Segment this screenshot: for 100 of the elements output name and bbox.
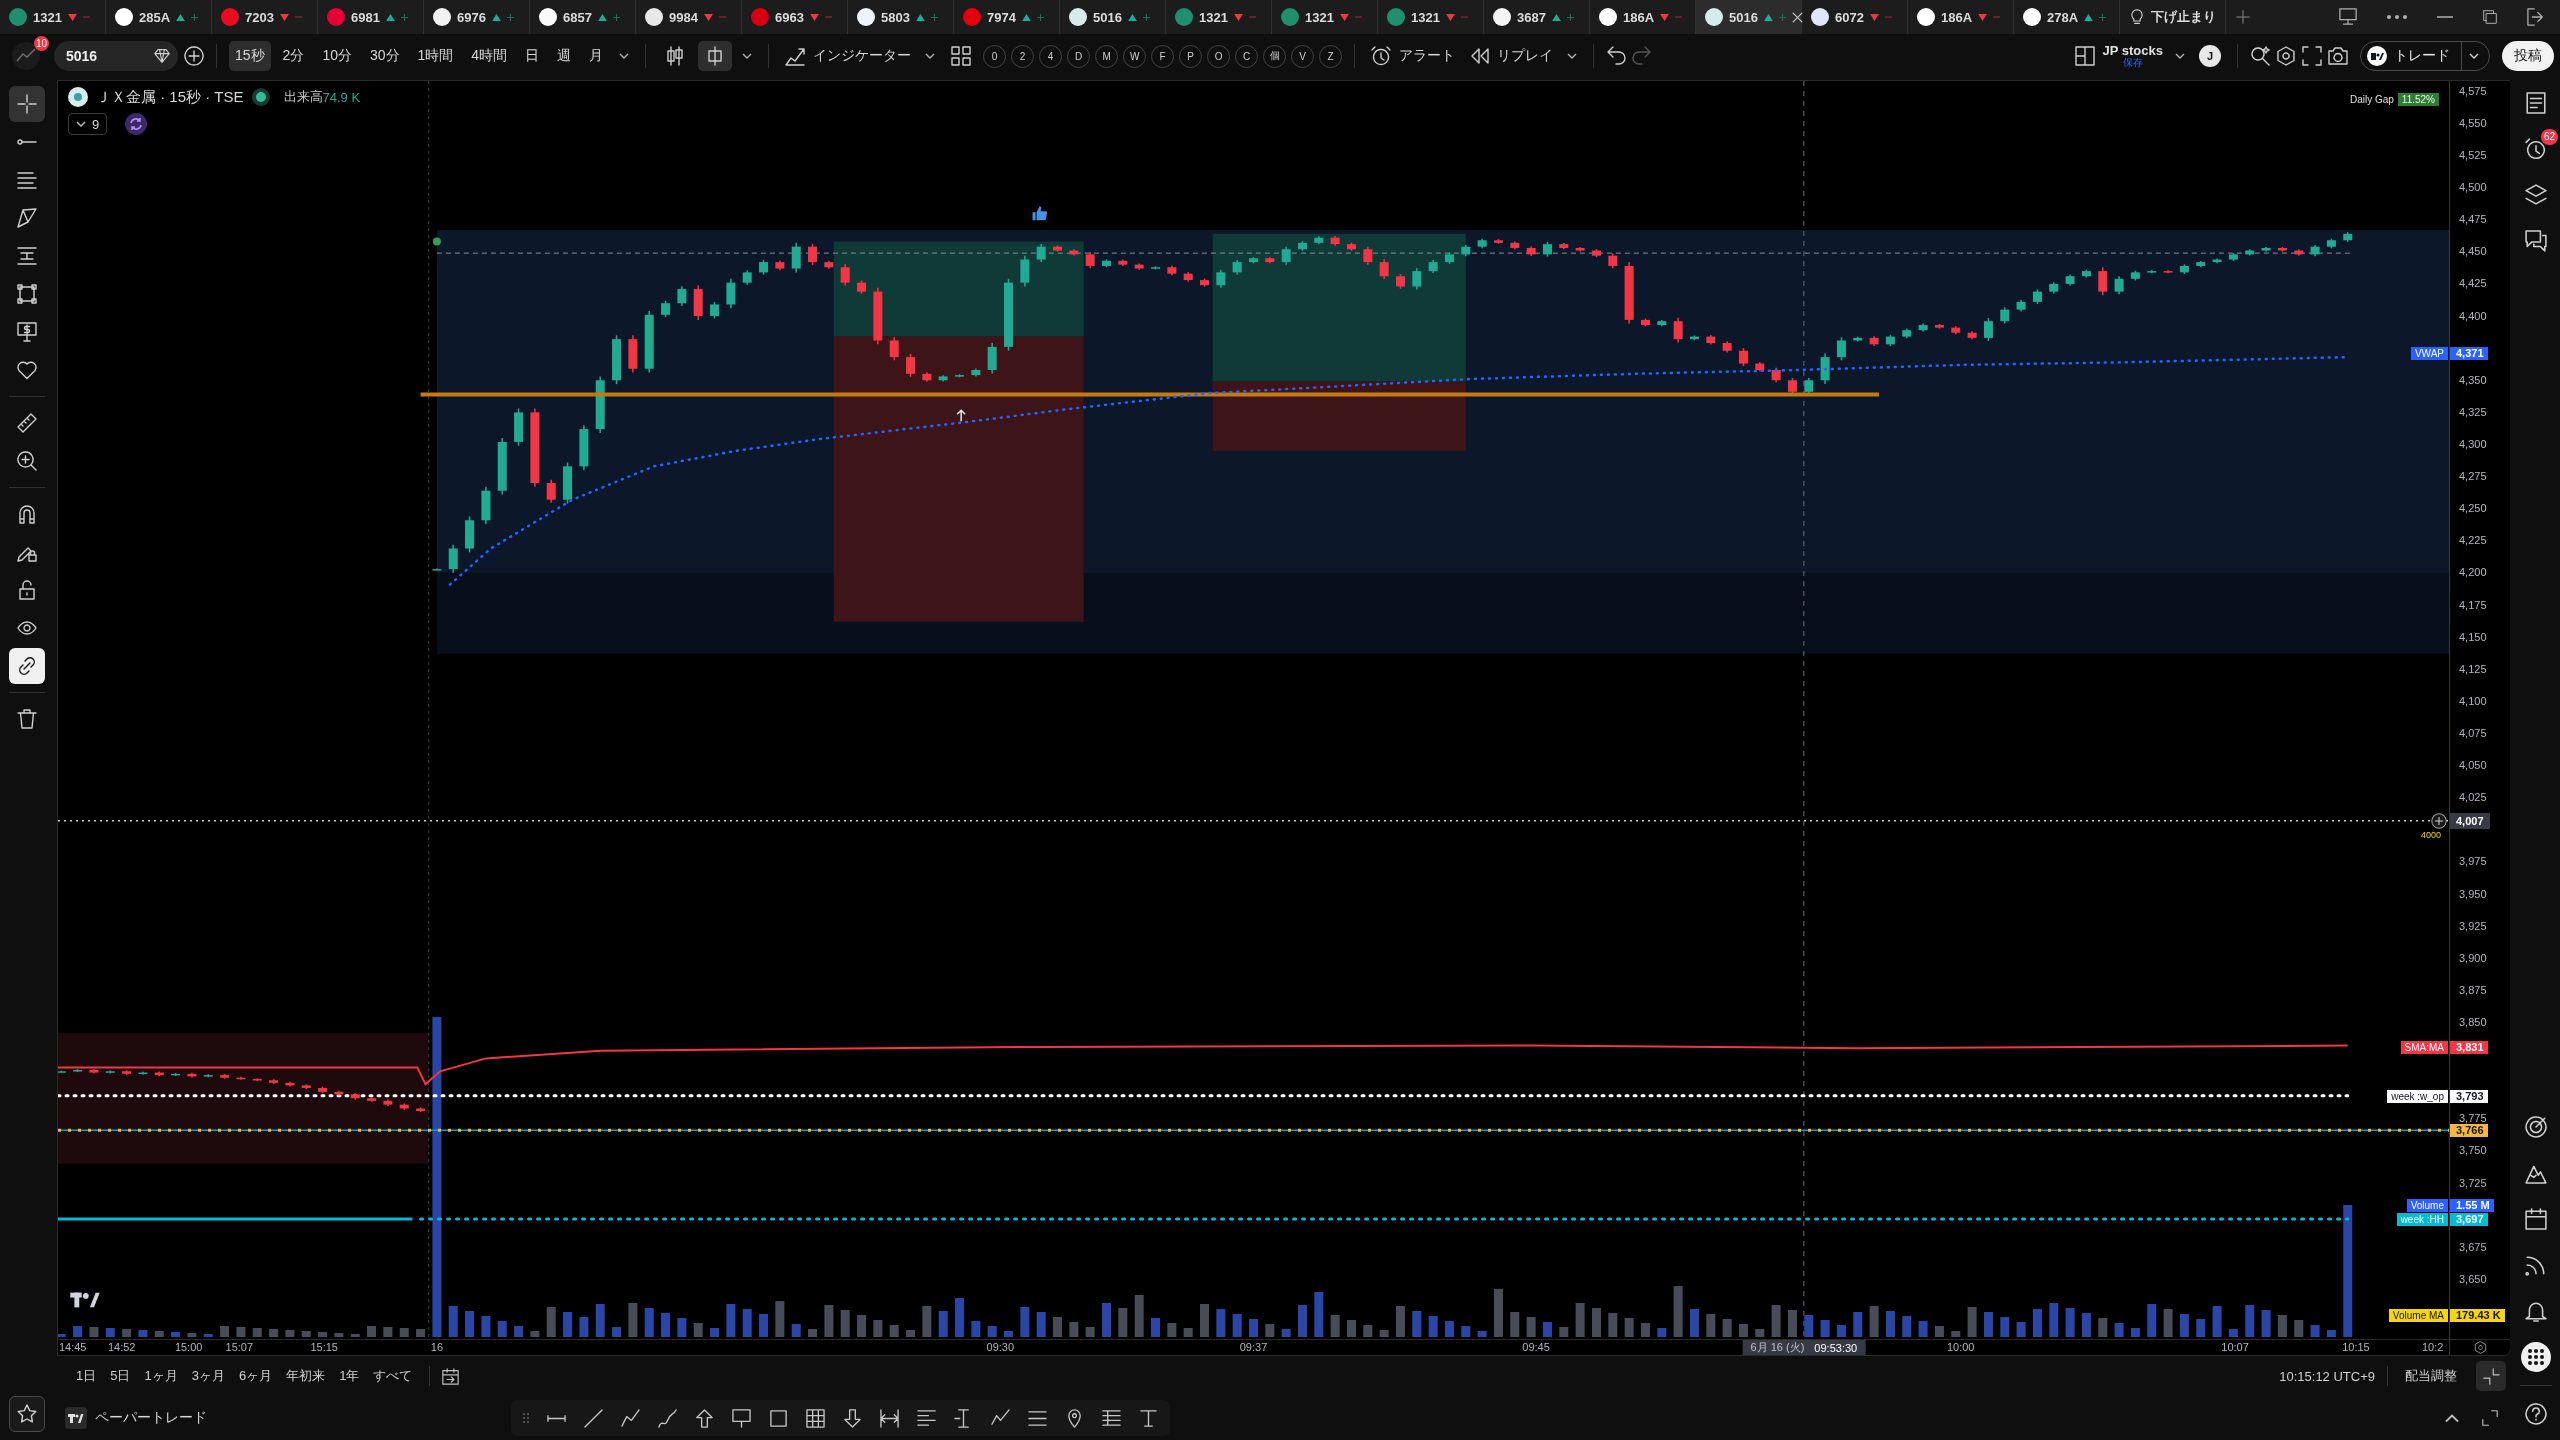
parallel-lines-icon[interactable] (1028, 1408, 1047, 1428)
publish-button[interactable]: 投稿 (2502, 41, 2554, 71)
undo-icon[interactable] (1606, 46, 1627, 66)
close-icon[interactable] (1791, 11, 1803, 23)
symbol-search-field[interactable]: 5016 (54, 41, 178, 71)
settings-icon[interactable] (2276, 46, 2296, 66)
text-tool-icon[interactable] (1139, 1408, 1158, 1428)
broadcast-icon[interactable] (2525, 1254, 2547, 1276)
drag-handle-icon[interactable] (523, 1413, 529, 1423)
range-button[interactable]: 年初来 (281, 1363, 331, 1389)
chevron-down-icon[interactable] (1567, 53, 1578, 59)
trend-line-icon[interactable] (584, 1408, 603, 1428)
polyline-icon[interactable] (621, 1408, 640, 1428)
chevron-down-icon[interactable] (2175, 53, 2185, 59)
chevron-down-icon[interactable] (925, 53, 936, 59)
plus-circle-icon[interactable] (2431, 812, 2447, 829)
diamond-icon[interactable] (154, 48, 170, 64)
interval-button[interactable]: 4時間 (465, 41, 514, 71)
fib-levels-icon[interactable] (1102, 1408, 1121, 1428)
chevron-down-icon[interactable] (742, 53, 753, 59)
path-icon[interactable] (991, 1408, 1010, 1428)
ruler-icon (17, 413, 37, 433)
monitor-icon[interactable] (2339, 8, 2357, 26)
dividend-adjust-button[interactable]: 配当調整 (2400, 1363, 2462, 1389)
restore-icon[interactable] (2483, 10, 2497, 24)
range-button[interactable]: 1ヶ月 (139, 1363, 183, 1389)
help-icon[interactable] (2525, 1403, 2547, 1425)
bell-icon[interactable] (2525, 1300, 2547, 1322)
more-icon[interactable] (2387, 15, 2407, 19)
calendar-arrow-icon[interactable] (442, 1367, 460, 1385)
expand-icon[interactable] (2482, 1410, 2498, 1426)
apps-grid-icon[interactable] (2521, 1342, 2551, 1372)
layout-menu-button[interactable]: JP stocks 保存 (2100, 43, 2165, 69)
favorites-button[interactable] (9, 1396, 45, 1432)
grid-icon[interactable] (806, 1408, 825, 1428)
price-tick-label: 4,225 (2459, 535, 2487, 547)
plus-icon (1036, 13, 1044, 21)
signboard-icon[interactable] (732, 1408, 751, 1428)
squiggle-icon[interactable] (658, 1408, 677, 1428)
star-icon (17, 1404, 37, 1424)
collapse-button[interactable] (2476, 1361, 2506, 1391)
door-arrow-icon[interactable] (2527, 8, 2545, 26)
chevron-up-icon[interactable] (2444, 1413, 2460, 1423)
chevron-down-icon[interactable] (2469, 53, 2479, 59)
crosshair-note: 4000 (2420, 829, 2441, 840)
replay-button[interactable]: リプレイ (1465, 41, 1558, 71)
price-tick-label: 3,750 (2459, 1145, 2487, 1157)
interval-button[interactable]: 10分 (316, 41, 358, 71)
range-button[interactable]: 1日 (71, 1363, 102, 1389)
indicators-button[interactable]: インジケーター (781, 41, 916, 71)
range-button[interactable]: 5日 (105, 1363, 136, 1389)
axis-label-value: 179.43 K (2450, 1309, 2505, 1323)
calendar-icon[interactable] (2525, 1208, 2547, 1230)
pin-icon[interactable] (1065, 1408, 1084, 1428)
alarm-clock-icon[interactable] (2525, 138, 2547, 160)
eye-icon (17, 618, 37, 638)
alert-button[interactable]: アラート (1367, 41, 1460, 71)
time-tick-label: 15:07 (225, 1341, 254, 1354)
plus-icon (1142, 13, 1150, 21)
chart-type-button[interactable] (698, 41, 733, 71)
fullscreen-icon[interactable] (2302, 46, 2322, 66)
target-icon[interactable] (2525, 1116, 2547, 1138)
layers-icon[interactable] (2525, 184, 2547, 206)
toggle-button[interactable] (9, 648, 45, 684)
arrow-down-icon[interactable] (843, 1408, 862, 1428)
layout-icon[interactable] (2074, 46, 2095, 66)
redo-icon[interactable] (1632, 46, 1653, 66)
rectangle-icon[interactable] (769, 1408, 788, 1428)
indicators-toggle-button[interactable]: 9 (68, 113, 108, 135)
chat-icon[interactable] (2525, 230, 2547, 252)
price-tick-label: 4,050 (2459, 760, 2487, 772)
interval-button[interactable]: 2分 (276, 41, 311, 71)
user-initial-button[interactable]: J (2199, 45, 2221, 67)
search-sparkle-icon[interactable] (2250, 46, 2270, 66)
interval-button[interactable]: 週 (551, 41, 578, 71)
range-button[interactable]: 3ヶ月 (186, 1363, 230, 1389)
minus-icon (82, 16, 90, 18)
refresh-icon[interactable] (125, 113, 148, 135)
axis-label-value: 3,766 (2450, 1124, 2488, 1138)
notes-icon[interactable] (2525, 92, 2547, 114)
arrow-up-icon[interactable] (695, 1408, 714, 1428)
interval-button[interactable]: 月 (583, 41, 610, 71)
interval-button[interactable]: 1時間 (411, 41, 460, 71)
range-button[interactable]: 1年 (334, 1363, 365, 1389)
range-button[interactable]: 6ヶ月 (233, 1363, 278, 1389)
range-button[interactable]: すべて (368, 1363, 418, 1389)
levels-icon[interactable] (917, 1408, 936, 1428)
camera-icon[interactable] (2328, 46, 2348, 66)
interval-button[interactable]: 30分 (363, 41, 406, 71)
date-range-icon[interactable] (880, 1408, 899, 1428)
interval-button[interactable]: 日 (519, 41, 546, 71)
paper-trading-tab[interactable]: ペーパートレード (57, 1407, 207, 1429)
pattern-icon (17, 208, 37, 228)
four-squares-icon[interactable] (951, 46, 972, 66)
drawing-tool-button[interactable] (9, 86, 45, 122)
interval-button[interactable]: 15秒 (229, 41, 271, 71)
symbol-tab[interactable]: 5016 (1696, 0, 1802, 34)
axis-settings-icon[interactable] (2473, 1341, 2487, 1354)
chevron-down-icon[interactable] (619, 53, 630, 59)
trash-icon[interactable] (17, 709, 37, 729)
